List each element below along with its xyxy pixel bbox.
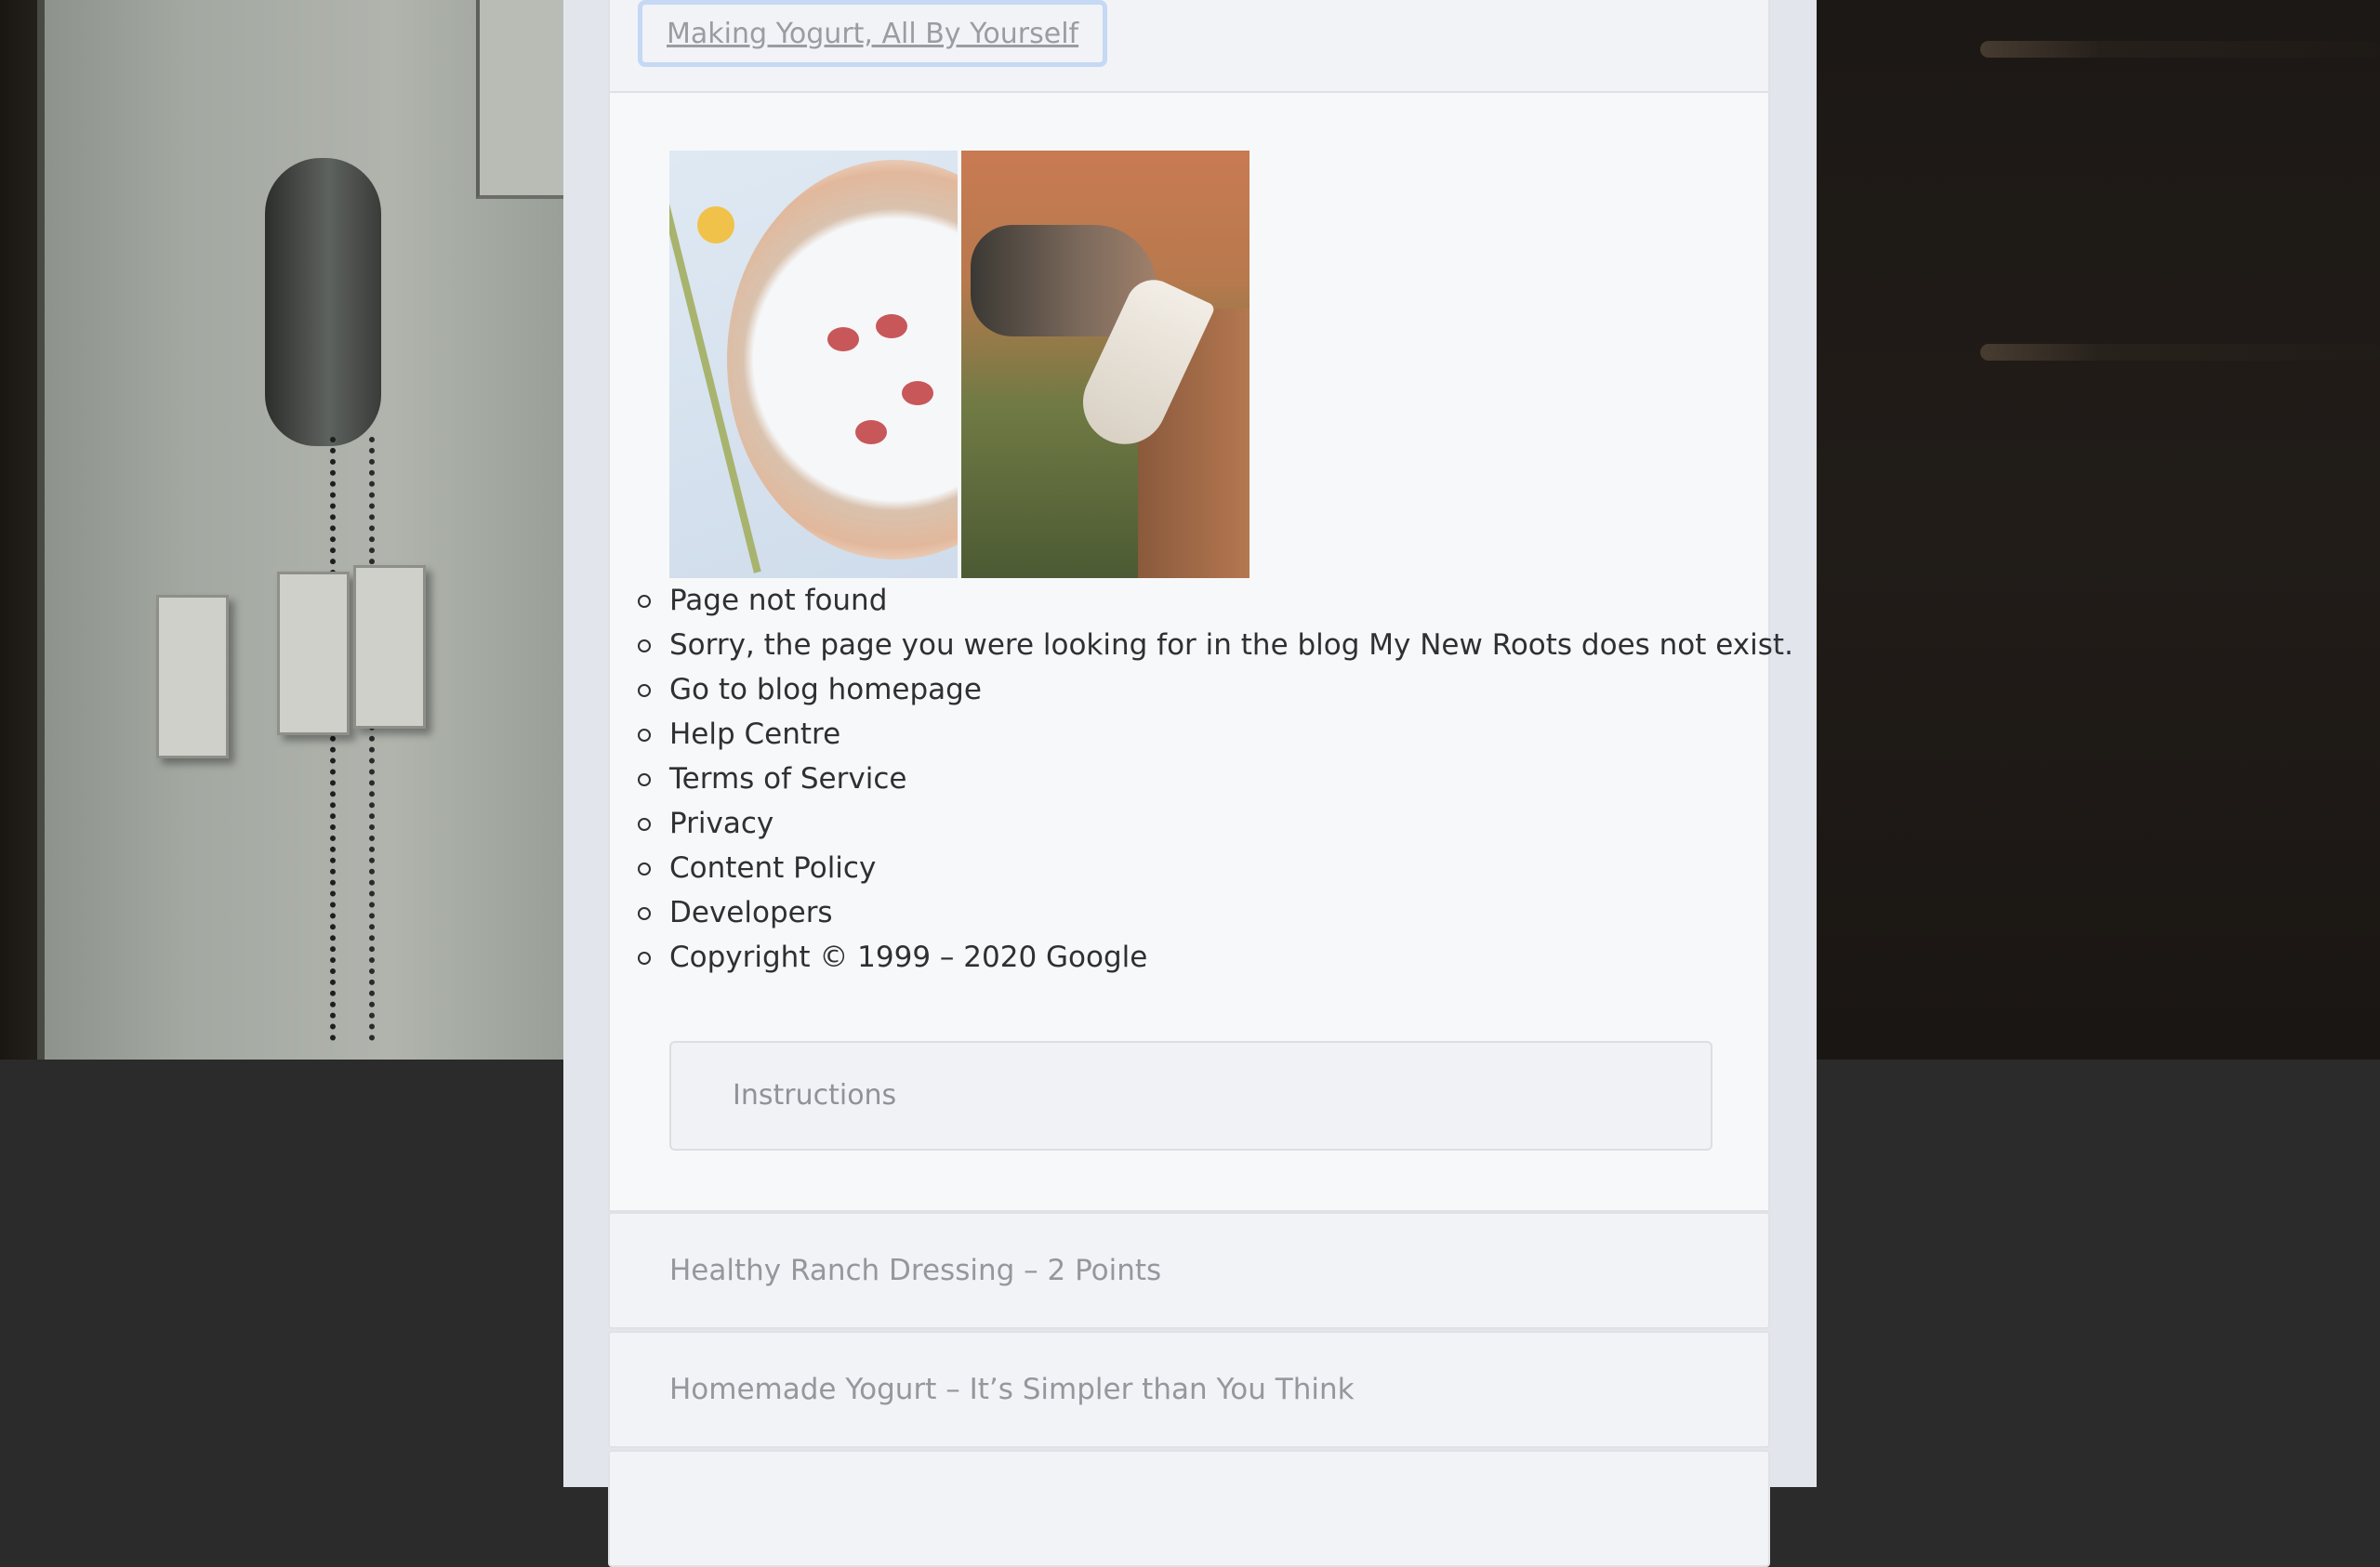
yogurt-bowl-image [669, 151, 958, 578]
flower [697, 206, 734, 244]
light-streak [1980, 41, 2380, 58]
strawberry [855, 420, 887, 444]
strawberry [876, 314, 907, 338]
related-post-item-partial[interactable] [608, 1450, 1770, 1567]
wall-phone [265, 158, 381, 446]
light-switch [277, 572, 350, 735]
post-header: Making Yogurt, All By Yourself [608, 0, 1770, 93]
strawberry [902, 381, 933, 405]
phone-cord [330, 437, 375, 1041]
background-dark-wall [1817, 0, 2380, 1060]
light-switch [353, 565, 426, 729]
wall-panel [476, 0, 567, 199]
list-item-developers-link[interactable]: Developers [638, 890, 1793, 935]
post-title-link[interactable]: Making Yogurt, All By Yourself [638, 0, 1108, 67]
post-body: Page not found Sorry, the page you were … [608, 91, 1793, 1212]
instructions-label: Instructions [733, 1079, 897, 1112]
related-post-item[interactable]: Healthy Ranch Dressing – 2 Points [608, 1212, 1770, 1329]
content-column: Making Yogurt, All By Yourself Page not … [563, 0, 1817, 1567]
strawberry [827, 327, 859, 351]
list-item-privacy-link[interactable]: Privacy [638, 801, 1793, 846]
list-item-message: Sorry, the page you were looking for in … [638, 623, 1793, 667]
list-item-terms-link[interactable]: Terms of Service [638, 757, 1793, 801]
list-item-homepage-link[interactable]: Go to blog homepage [638, 667, 1793, 712]
light-streak [1980, 344, 2380, 361]
related-post-label: Healthy Ranch Dressing – 2 Points [669, 1254, 1162, 1287]
list-item-help-centre-link[interactable]: Help Centre [638, 712, 1793, 757]
related-post-item[interactable]: Homemade Yogurt – It’s Simpler than You … [608, 1331, 1770, 1448]
goat-image [961, 151, 1250, 578]
bowl [727, 160, 958, 560]
list-item-heading: Page not found [638, 578, 1793, 623]
instructions-toggle[interactable]: Instructions [669, 1041, 1712, 1151]
error-message-list: Page not found Sorry, the page you were … [638, 578, 1793, 980]
door-edge [37, 0, 45, 1060]
light-switch [156, 595, 229, 758]
background-wall [0, 0, 567, 1060]
post-images [669, 151, 1250, 578]
list-item-content-policy-link[interactable]: Content Policy [638, 846, 1793, 890]
list-item-copyright: Copyright © 1999 – 2020 Google [638, 935, 1793, 980]
related-post-label: Homemade Yogurt – It’s Simpler than You … [669, 1373, 1355, 1406]
